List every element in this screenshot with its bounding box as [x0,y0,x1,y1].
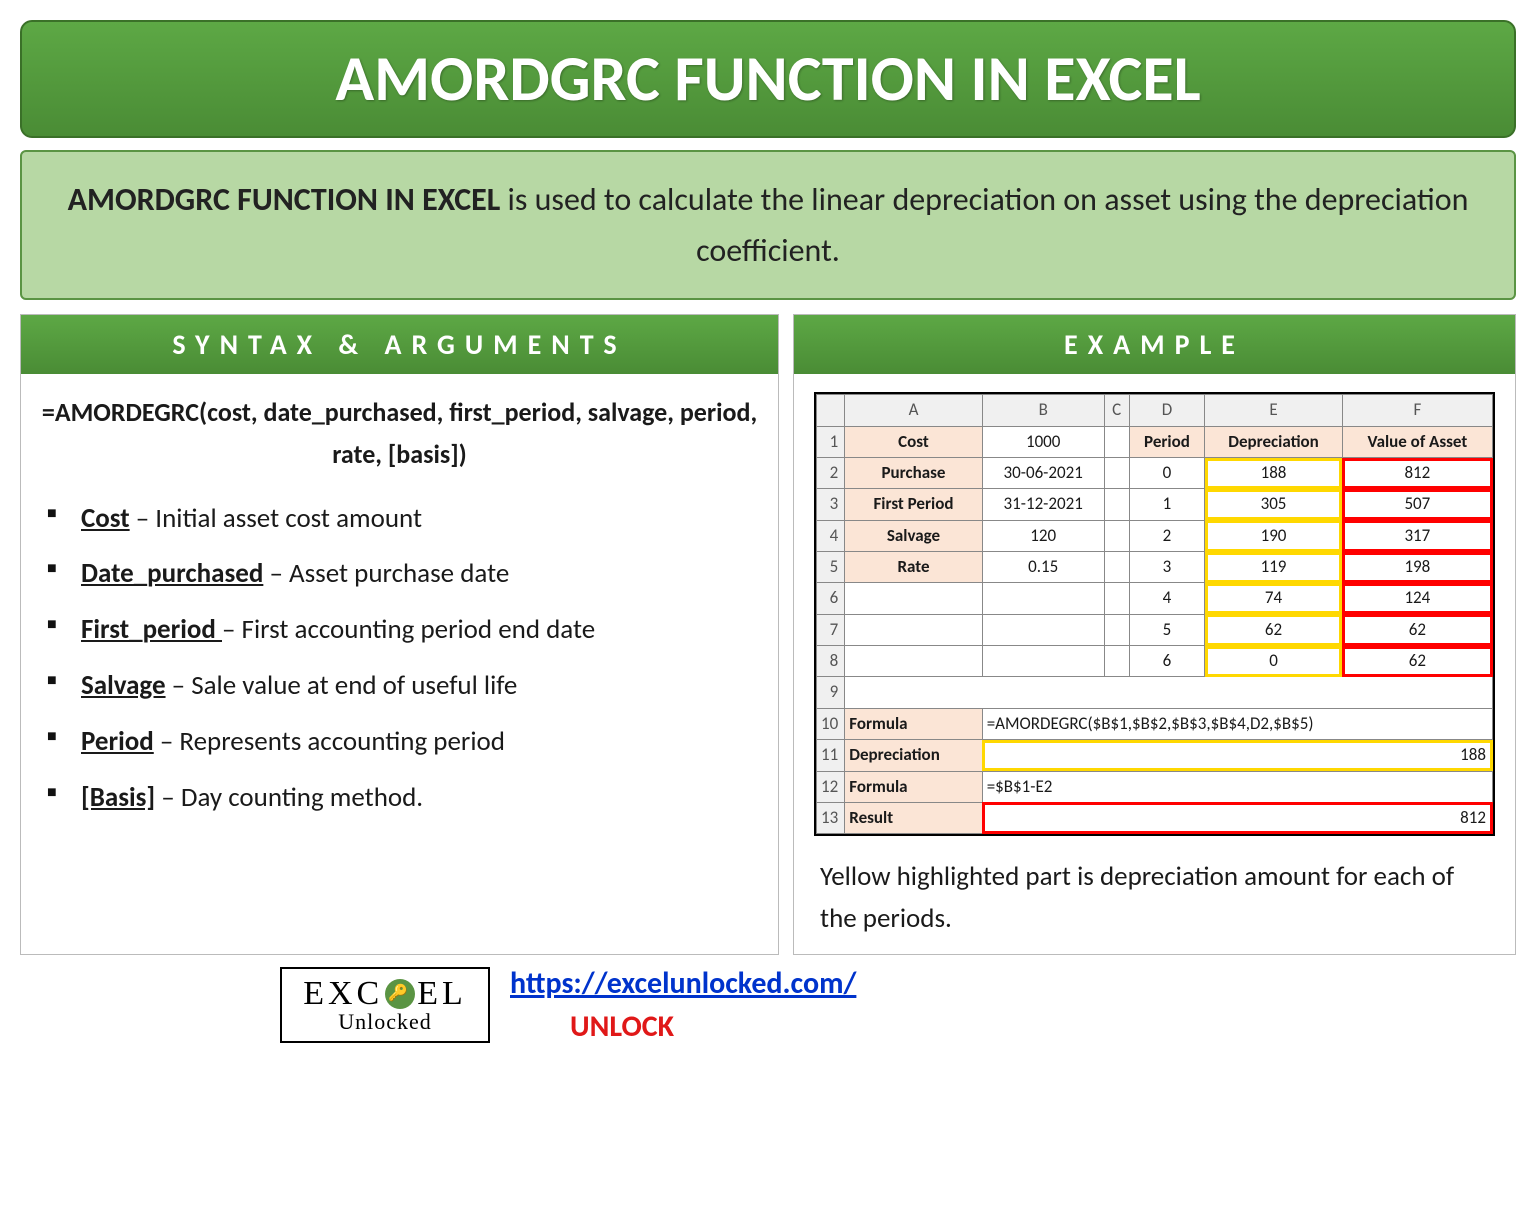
val-4: 124 [1342,583,1492,614]
arg-cost: Cost – Initial asset cost amount [47,498,758,540]
period-2: 2 [1129,520,1205,551]
col-C: C [1104,395,1129,426]
value-rate: 0.15 [982,552,1104,583]
dep-4: 74 [1205,583,1342,614]
formula1-value: =AMORDEGRC($B$1,$B$2,$B$3,$B$4,D2,$B$5) [982,708,1492,739]
label-salvage: Salvage [845,520,982,551]
key-icon: 🔑 [385,979,415,1009]
formula1-label: Formula [845,708,982,739]
val-1: 507 [1342,489,1492,520]
footer-unlock: UNLOCK [510,1008,856,1045]
val-5: 62 [1342,614,1492,645]
value-salvage: 120 [982,520,1104,551]
footer: EXC 🔑 EL Unlocked https://excelunlocked.… [20,965,1516,1045]
logo-bottom: Unlocked [338,1009,432,1035]
label-rate: Rate [845,552,982,583]
syntax-body: =AMORDEGRC(cost, date_purchased, first_p… [21,374,778,846]
value-first-period: 31-12-2021 [982,489,1104,520]
label-cost: Cost [845,426,982,457]
formula2-label: Formula [845,771,982,802]
header-period: Period [1129,426,1205,457]
spreadsheet-table: A B C D E F 1 Cost 1000 Period Depreciat… [816,394,1493,834]
header-value: Value of Asset [1342,426,1492,457]
example-note: Yellow highlighted part is depreciation … [814,856,1495,940]
footer-links: https://excelunlocked.com/ UNLOCK [510,965,856,1045]
period-4: 4 [1129,583,1205,614]
formula2-value: =$B$1-E2 [982,771,1492,802]
example-heading: EXAMPLE [794,315,1515,374]
arg-first-period: First_period – First accounting period e… [47,609,758,651]
argument-list: Cost – Initial asset cost amount Date_pu… [41,498,758,819]
label-first-period: First Period [845,489,982,520]
syntax-formula: =AMORDEGRC(cost, date_purchased, first_p… [41,392,758,475]
col-F: F [1342,395,1492,426]
description-rest: is used to calculate the linear deprecia… [500,180,1468,270]
dep-2: 190 [1205,520,1342,551]
val-3: 198 [1342,552,1492,583]
example-body: A B C D E F 1 Cost 1000 Period Depreciat… [794,374,1515,954]
cell-corner [817,395,845,426]
period-3: 3 [1129,552,1205,583]
logo-top: EXC 🔑 EL [303,975,467,1013]
example-panel: EXAMPLE A B C D E F 1 Cost [793,314,1516,955]
result-value: 812 [982,802,1492,833]
header-depreciation: Depreciation [1205,426,1342,457]
dep-result-label: Depreciation [845,740,982,771]
syntax-panel: SYNTAX & ARGUMENTS =AMORDEGRC(cost, date… [20,314,779,955]
page-title: AMORDGRC FUNCTION IN EXCEL [20,20,1516,138]
dep-6: 0 [1205,646,1342,677]
result-label: Result [845,802,982,833]
description-lead: AMORDGRC FUNCTION IN EXCEL [68,180,501,219]
dep-result-value: 188 [982,740,1492,771]
val-0: 812 [1342,458,1492,489]
col-A: A [845,395,982,426]
col-B: B [982,395,1104,426]
col-E: E [1205,395,1342,426]
label-purchase: Purchase [845,458,982,489]
spreadsheet: A B C D E F 1 Cost 1000 Period Depreciat… [814,392,1495,836]
period-6: 6 [1129,646,1205,677]
value-cost: 1000 [982,426,1104,457]
syntax-heading: SYNTAX & ARGUMENTS [21,315,778,374]
footer-url[interactable]: https://excelunlocked.com/ [510,965,856,1002]
value-purchase: 30-06-2021 [982,458,1104,489]
two-column-layout: SYNTAX & ARGUMENTS =AMORDEGRC(cost, date… [20,314,1516,955]
dep-5: 62 [1205,614,1342,645]
dep-3: 119 [1205,552,1342,583]
arg-period: Period – Represents accounting period [47,721,758,763]
logo: EXC 🔑 EL Unlocked [280,967,490,1043]
dep-0: 188 [1205,458,1342,489]
val-6: 62 [1342,646,1492,677]
val-2: 317 [1342,520,1492,551]
period-5: 5 [1129,614,1205,645]
period-1: 1 [1129,489,1205,520]
arg-date-purchased: Date_purchased – Asset purchase date [47,553,758,595]
col-D: D [1129,395,1205,426]
arg-salvage: Salvage – Sale value at end of useful li… [47,665,758,707]
description-box: AMORDGRC FUNCTION IN EXCEL is used to ca… [20,150,1516,300]
arg-basis: [Basis] – Day counting method. [47,777,758,819]
period-0: 0 [1129,458,1205,489]
dep-1: 305 [1205,489,1342,520]
